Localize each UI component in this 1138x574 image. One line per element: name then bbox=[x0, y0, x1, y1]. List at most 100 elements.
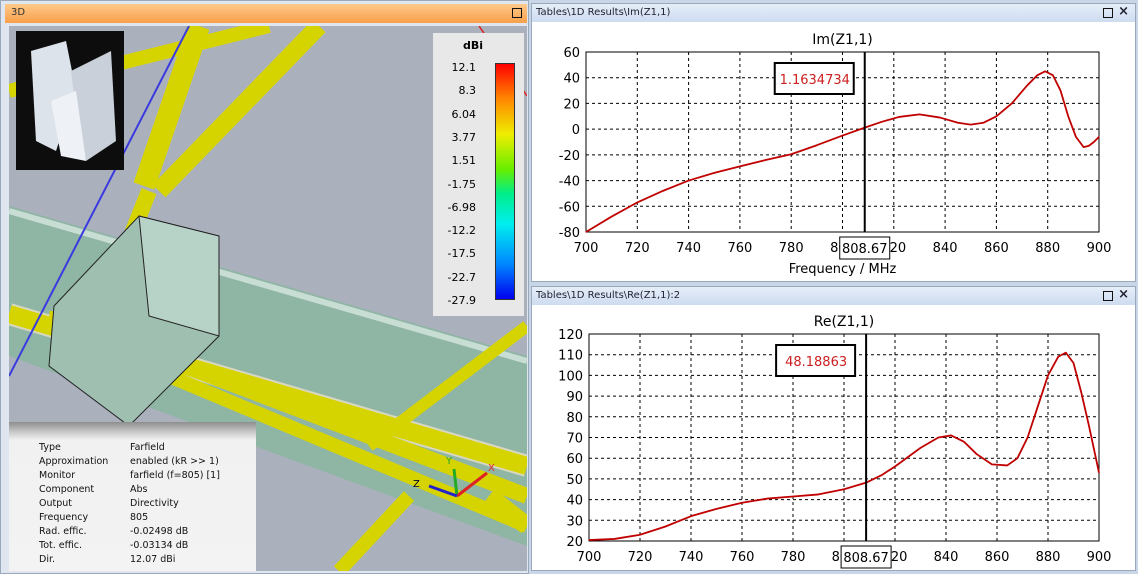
x-tick-label: 860 bbox=[985, 550, 1010, 565]
im-chart[interactable]: 7007207407607808008208408608809006040200… bbox=[532, 22, 1135, 281]
x-tick-label: 860 bbox=[984, 241, 1009, 256]
info-row: Component Abs bbox=[39, 484, 147, 495]
info-row: Output Directivity bbox=[39, 498, 179, 509]
data-point bbox=[918, 113, 921, 115]
x-tick-label: 760 bbox=[730, 550, 755, 565]
marker-value: 48.18863 bbox=[785, 355, 847, 370]
data-point bbox=[713, 172, 715, 174]
data-point bbox=[1027, 436, 1029, 439]
data-point bbox=[1072, 362, 1075, 364]
data-point bbox=[1011, 102, 1013, 105]
data-point bbox=[611, 215, 613, 218]
data-point bbox=[1075, 136, 1077, 138]
legend-tick: -22.7 bbox=[447, 270, 476, 284]
data-point bbox=[970, 124, 972, 126]
data-point bbox=[764, 159, 767, 161]
info-label: Tot. effic. bbox=[39, 540, 83, 551]
data-point bbox=[880, 121, 882, 123]
re-chart[interactable]: 7007207407607808008208408608809001201101… bbox=[532, 305, 1135, 574]
info-value: 12.07 dBi bbox=[130, 554, 176, 565]
data-point bbox=[1047, 374, 1049, 376]
info-label: Type bbox=[39, 442, 61, 453]
x-tick-label: 700 bbox=[577, 550, 602, 565]
legend-tick: 6.04 bbox=[451, 107, 477, 121]
data-point bbox=[664, 525, 667, 528]
maximize-button[interactable] bbox=[512, 8, 522, 18]
data-point bbox=[937, 436, 939, 439]
y-tick-label: 60 bbox=[566, 452, 583, 467]
data-point bbox=[1006, 464, 1008, 467]
info-label: Output bbox=[39, 498, 72, 509]
y-tick-label: 20 bbox=[563, 97, 580, 112]
legend-unit: dBi bbox=[463, 39, 484, 52]
data-point bbox=[950, 434, 952, 437]
y-tick-label: -80 bbox=[559, 226, 580, 241]
close-button[interactable]: × bbox=[1118, 287, 1129, 302]
data-point bbox=[1036, 74, 1039, 76]
x-tick-label: 840 bbox=[933, 241, 958, 256]
svg-text:Z: Z bbox=[413, 479, 420, 490]
info-row: Tot. effic. -0.03134 dB bbox=[39, 540, 188, 551]
maximize-button[interactable] bbox=[1103, 291, 1113, 301]
x-tick-label: 880 bbox=[1035, 241, 1060, 256]
3d-panel-title: 3D bbox=[11, 7, 26, 18]
x-tick-label: 840 bbox=[934, 550, 959, 565]
3d-panel-titlebar: 3D bbox=[5, 4, 527, 23]
data-point bbox=[1083, 146, 1085, 148]
data-point bbox=[1098, 136, 1100, 138]
data-point bbox=[976, 453, 978, 455]
data-point bbox=[1026, 84, 1028, 87]
info-label: Monitor bbox=[39, 470, 76, 481]
data-point bbox=[939, 116, 941, 119]
y-tick-label: 90 bbox=[566, 390, 583, 405]
marker-x-value: 808.67 bbox=[843, 551, 889, 566]
data-point bbox=[636, 201, 638, 204]
legend-tick: 1.51 bbox=[451, 154, 477, 168]
data-point bbox=[982, 122, 985, 124]
data-point bbox=[613, 538, 616, 540]
x-tick-label: 780 bbox=[779, 241, 804, 256]
x-tick-label: 700 bbox=[574, 241, 599, 256]
y-tick-label: 40 bbox=[563, 72, 580, 87]
data-point bbox=[690, 515, 692, 517]
chart-title: Im(Z1,1) bbox=[812, 32, 873, 48]
maximize-button[interactable] bbox=[1103, 8, 1113, 18]
data-point bbox=[957, 122, 959, 124]
data-point bbox=[688, 179, 690, 182]
x-tick-label: 740 bbox=[679, 550, 704, 565]
data-point bbox=[1057, 356, 1059, 358]
x-tick-label: 720 bbox=[625, 241, 650, 256]
x-tick-label: 880 bbox=[1036, 550, 1061, 565]
x-tick-label: 780 bbox=[781, 550, 806, 565]
data-point bbox=[739, 165, 741, 168]
close-button[interactable]: × bbox=[1118, 4, 1129, 19]
x-tick-label: 900 bbox=[1087, 241, 1112, 256]
data-point bbox=[1088, 145, 1090, 147]
chart-title: Re(Z1,1) bbox=[814, 314, 875, 330]
x-tick-label: 720 bbox=[628, 550, 653, 565]
data-point bbox=[715, 508, 718, 510]
data-point bbox=[792, 495, 794, 498]
svg-text:Y: Y bbox=[445, 456, 453, 467]
legend-tick: -1.75 bbox=[447, 177, 476, 191]
data-point bbox=[991, 463, 993, 466]
panel-titlebar: Tables\1D Results\Re(Z1,1):2 × bbox=[532, 287, 1135, 305]
info-label: Rad. effic. bbox=[39, 526, 87, 537]
x-axis-label: Frequency / MHz bbox=[789, 262, 897, 277]
data-point bbox=[1093, 141, 1095, 143]
data-point bbox=[894, 465, 896, 468]
legend-tick: 3.77 bbox=[451, 130, 477, 144]
data-point bbox=[662, 190, 664, 192]
legend-tick: 8.3 bbox=[458, 84, 477, 98]
data-point bbox=[790, 153, 792, 155]
y-tick-label: 0 bbox=[572, 123, 580, 138]
y-tick-label: 60 bbox=[563, 46, 580, 61]
y-tick-label: 110 bbox=[558, 349, 583, 364]
data-point bbox=[741, 502, 743, 504]
info-label: Approximation bbox=[39, 456, 109, 467]
data-point bbox=[1067, 115, 1069, 117]
data-point bbox=[995, 115, 997, 117]
info-row: Approximation enabled (kR >> 1) bbox=[39, 456, 219, 467]
3d-viewport[interactable]: Y X Z dBi 12.1 8.3 6.04 3.77 1.51 -1.75 -6.98 -… bbox=[9, 26, 527, 571]
y-tick-label: -60 bbox=[559, 200, 580, 215]
